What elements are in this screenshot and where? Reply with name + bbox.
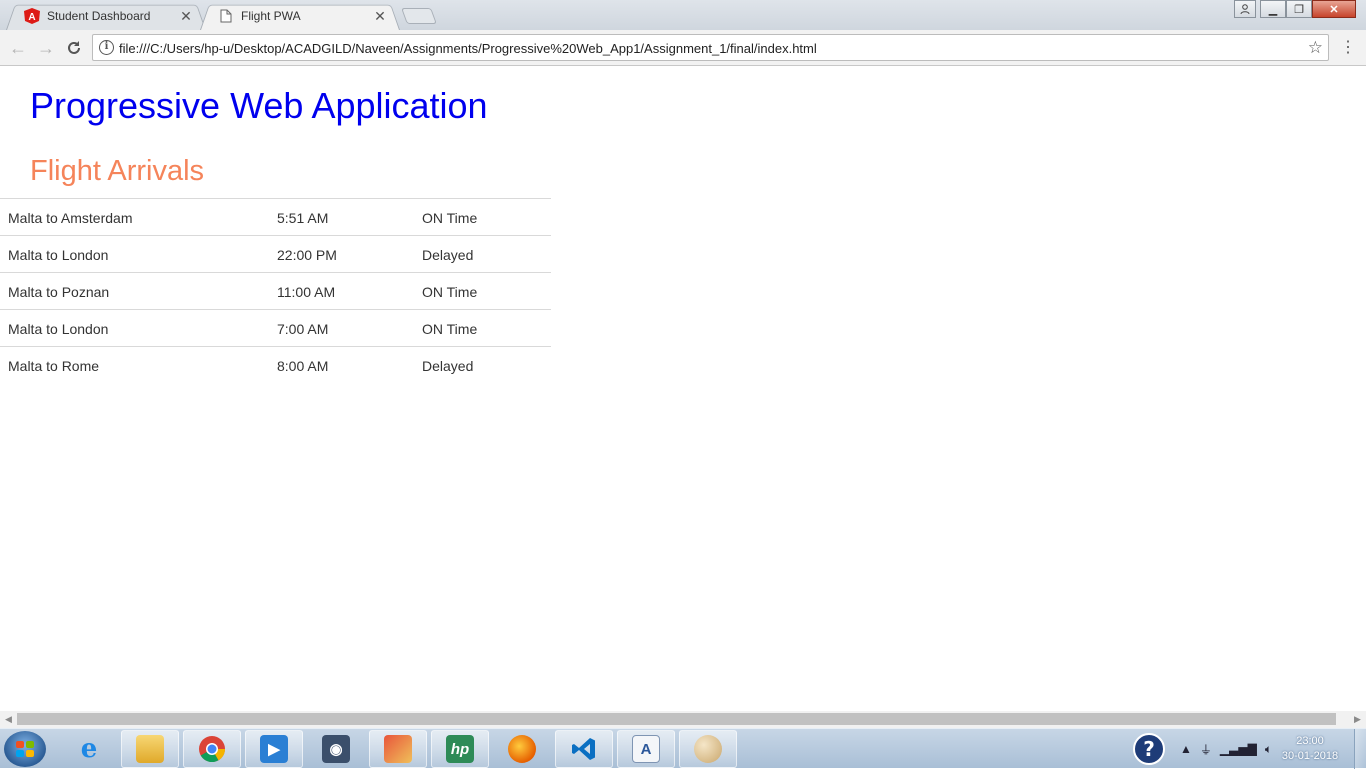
media-player-icon[interactable]: ▶ <box>245 730 303 768</box>
page-title: Progressive Web Application <box>30 85 488 126</box>
chrome-icon[interactable] <box>183 730 241 768</box>
scroll-left-icon[interactable]: ◀ <box>0 711 17 728</box>
user-profile-icon[interactable] <box>1234 0 1256 18</box>
browser-menu-icon[interactable]: ⋮ <box>1340 38 1356 58</box>
show-desktop-button[interactable] <box>1354 729 1366 769</box>
tab-student-dashboard[interactable]: A Student Dashboard ✕ <box>6 2 206 30</box>
taskbar: e ▶ ◉ hp A ? ▲ ⏚ ▁▃▅▇ 🔈︎ 23:00 30-01-201… <box>0 728 1366 769</box>
help-icon[interactable]: ? <box>1133 733 1165 765</box>
new-tab-button[interactable] <box>401 8 437 24</box>
tab-title: Student Dashboard <box>47 9 151 23</box>
angular-icon: A <box>24 8 40 24</box>
internet-explorer-icon[interactable]: e <box>60 730 118 768</box>
flight-status: Delayed <box>422 358 474 374</box>
close-window-button[interactable]: ✕ <box>1312 0 1356 18</box>
flight-row: Malta to London 7:00 AM ON Time <box>0 309 551 346</box>
forward-arrow-icon[interactable]: → <box>36 38 56 58</box>
bookmark-star-icon[interactable]: ☆ <box>1308 38 1323 58</box>
address-url: file:///C:/Users/hp-u/Desktop/ACADGILD/N… <box>119 41 817 56</box>
flight-status: Delayed <box>422 247 474 263</box>
flight-route: Malta to Rome <box>8 358 100 374</box>
close-tab-icon[interactable]: ✕ <box>178 8 194 24</box>
system-tray: ▲ ⏚ ▁▃▅▇ 🔈︎ <box>1180 729 1272 769</box>
restore-button[interactable]: ❐ <box>1286 0 1312 18</box>
close-tab-icon[interactable]: ✕ <box>372 8 388 24</box>
power-plug-icon[interactable]: ⏚ <box>1200 741 1212 758</box>
flight-row: Malta to Rome 8:00 AM Delayed <box>0 346 551 383</box>
flight-time: 5:51 AM <box>277 210 329 226</box>
flight-row: Malta to Poznan 11:00 AM ON Time <box>0 272 551 309</box>
flight-status: ON Time <box>422 284 478 300</box>
flight-time: 8:00 AM <box>277 358 329 374</box>
flight-route: Malta to Amsterdam <box>8 210 133 226</box>
flight-route: Malta to Poznan <box>8 284 110 300</box>
flight-time: 11:00 AM <box>277 284 336 300</box>
hp-app-icon[interactable]: hp <box>431 730 489 768</box>
window-controls: ▁ ❐ ✕ <box>1234 0 1356 18</box>
flight-row: Malta to Amsterdam 5:51 AM ON Time <box>0 198 551 235</box>
site-info-icon[interactable]: i <box>99 40 114 55</box>
flight-status: ON Time <box>422 321 478 337</box>
windows-logo-icon <box>16 741 34 757</box>
tab-title: Flight PWA <box>241 9 301 23</box>
flight-row: Malta to London 22:00 PM Delayed <box>0 235 551 272</box>
flight-time: 22:00 PM <box>277 247 337 263</box>
network-signal-icon[interactable]: ▁▃▅▇ <box>1220 742 1257 756</box>
svg-text:A: A <box>28 12 35 23</box>
camera-app-icon[interactable]: ◉ <box>307 730 365 768</box>
address-bar[interactable]: i file:///C:/Users/hp-u/Desktop/ACADGILD… <box>92 34 1329 61</box>
horizontal-scrollbar[interactable]: ◀ ▶ <box>0 711 1366 728</box>
flight-route: Malta to London <box>8 321 109 337</box>
document-app-icon[interactable]: A <box>617 730 675 768</box>
clock[interactable]: 23:00 30-01-2018 <box>1270 734 1350 764</box>
back-arrow-icon[interactable]: ← <box>8 38 28 58</box>
paint-palette-icon[interactable] <box>679 730 737 768</box>
tab-strip: A Student Dashboard ✕ Flight PWA ✕ ▁ ❐ ✕ <box>0 0 1366 30</box>
firefox-icon[interactable] <box>493 730 551 768</box>
minimize-button[interactable]: ▁ <box>1260 0 1286 18</box>
flight-route: Malta to London <box>8 247 109 263</box>
scrollbar-thumb[interactable] <box>17 713 1336 725</box>
show-hidden-icons-icon[interactable]: ▲ <box>1180 742 1192 756</box>
page-icon <box>218 8 234 24</box>
paint-app-icon[interactable] <box>369 730 427 768</box>
visual-studio-code-icon[interactable] <box>555 730 613 768</box>
page-content: Progressive Web Application Flight Arriv… <box>0 67 1366 711</box>
section-title: Flight Arrivals <box>30 155 205 187</box>
reload-icon[interactable] <box>64 38 84 58</box>
flight-table: Malta to Amsterdam 5:51 AM ON Time Malta to… <box>0 198 551 383</box>
file-explorer-icon[interactable] <box>121 730 179 768</box>
flight-status: ON Time <box>422 210 478 226</box>
clock-time: 23:00 <box>1296 735 1324 747</box>
start-button[interactable] <box>4 731 46 767</box>
flight-time: 7:00 AM <box>277 321 329 337</box>
tab-flight-pwa[interactable]: Flight PWA ✕ <box>200 2 400 30</box>
scroll-right-icon[interactable]: ▶ <box>1349 711 1366 728</box>
browser-toolbar: ← → i file:///C:/Users/hp-u/Desktop/ACAD… <box>0 30 1366 66</box>
clock-date: 30-01-2018 <box>1281 750 1339 762</box>
